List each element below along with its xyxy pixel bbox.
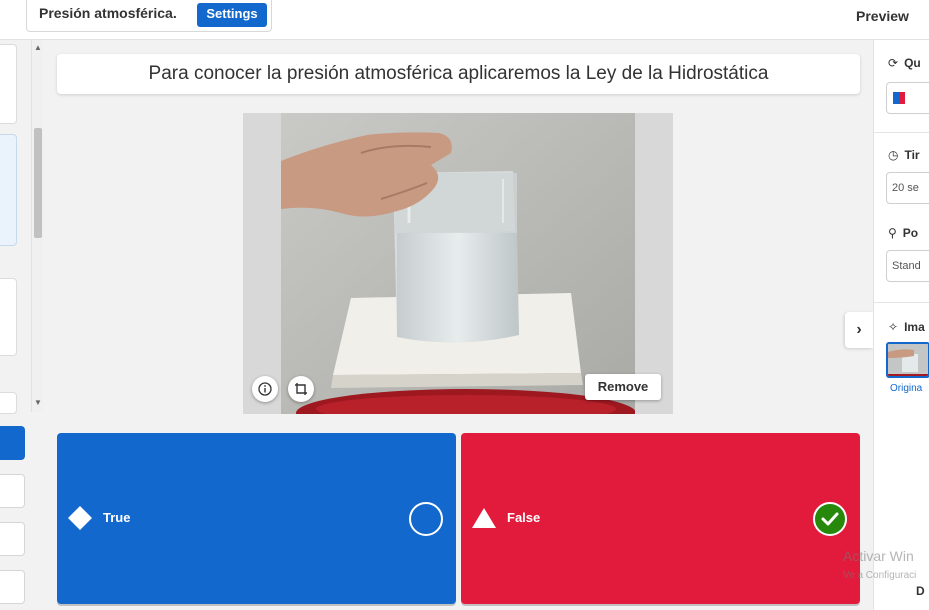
answer-false-label[interactable]: False — [507, 510, 540, 525]
glass-experiment-image — [281, 113, 635, 414]
answer-true-correct-toggle[interactable] — [409, 502, 443, 536]
crop-icon[interactable] — [288, 376, 314, 402]
time-limit-heading-text: Tir — [904, 148, 920, 162]
magic-wand-icon: ✧ — [888, 320, 899, 334]
clock-icon: ◷ — [888, 148, 899, 162]
remove-media-button[interactable]: Remove — [585, 374, 661, 400]
scroll-down-icon[interactable]: ▼ — [34, 398, 42, 407]
scroll-thumb[interactable] — [34, 128, 42, 238]
question-image — [281, 113, 635, 414]
answer-false[interactable]: False — [461, 433, 860, 604]
checkmark-icon — [821, 512, 839, 526]
sidebar-action-button[interactable] — [0, 570, 25, 604]
time-limit-select[interactable]: 20 se — [886, 172, 929, 204]
award-icon: ⚲ — [888, 226, 897, 240]
question-type-heading: ⟳ Qu — [888, 56, 921, 70]
import-button[interactable] — [0, 474, 25, 508]
slide-thumbnail[interactable] — [0, 392, 17, 414]
slide-thumbnail[interactable] — [0, 44, 17, 124]
image-thumbnail-icon — [888, 344, 928, 376]
answer-true[interactable]: True — [57, 433, 456, 604]
add-question-button[interactable] — [0, 426, 25, 460]
info-icon[interactable] — [252, 376, 278, 402]
slide-thumbnail-active[interactable] — [0, 134, 17, 246]
answer-false-correct-toggle[interactable] — [813, 502, 847, 536]
image-reveal-heading-text: Ima — [904, 320, 925, 334]
points-select[interactable]: Stand — [886, 250, 929, 282]
collapse-panel-button[interactable]: › — [845, 312, 873, 348]
preview-button[interactable]: Preview — [856, 8, 909, 24]
slide-thumbnail[interactable] — [0, 278, 17, 356]
top-bar: Presión atmosférica. Settings Preview — [0, 0, 929, 40]
slide-sidebar — [0, 40, 31, 610]
answer-true-label[interactable]: True — [103, 510, 130, 525]
question-type-icon: ⟳ — [888, 56, 899, 70]
activation-watermark-subtext: Ve a Configuraci — [843, 570, 917, 581]
scroll-up-icon[interactable]: ▲ — [34, 43, 42, 52]
activation-watermark: Activar Win — [843, 548, 914, 564]
sidebar-scrollbar[interactable]: ▲ ▼ — [31, 40, 43, 412]
time-limit-heading: ◷ Tir — [888, 148, 920, 162]
points-heading-text: Po — [902, 226, 919, 240]
panel-footer-text: D — [916, 584, 925, 598]
question-settings-panel: ⟳ Qu ◷ Tir 20 se ⚲ Po Stand ✧ Ima Origina — [873, 40, 929, 610]
question-bank-button[interactable] — [0, 522, 25, 556]
divider — [874, 132, 929, 133]
quiz-title[interactable]: Presión atmosférica. — [39, 5, 177, 21]
question-media: Remove — [243, 113, 673, 414]
question-type-select[interactable] — [886, 82, 929, 114]
diamond-icon — [68, 506, 92, 530]
settings-button[interactable]: Settings — [197, 3, 267, 27]
image-reveal-thumbnail[interactable] — [886, 342, 929, 378]
image-reveal-heading: ✧ Ima — [888, 320, 925, 334]
original-image-link[interactable]: Origina — [890, 383, 922, 394]
points-heading: ⚲ Po — [888, 226, 918, 240]
divider — [874, 302, 929, 303]
question-type-heading-text: Qu — [904, 56, 921, 70]
true-false-icon — [893, 92, 905, 104]
question-input[interactable]: Para conocer la presión atmosférica apli… — [57, 54, 860, 94]
triangle-icon — [472, 508, 496, 528]
quiz-title-box[interactable]: Presión atmosférica. Settings — [26, 0, 272, 32]
chevron-right-icon: › — [856, 321, 862, 338]
